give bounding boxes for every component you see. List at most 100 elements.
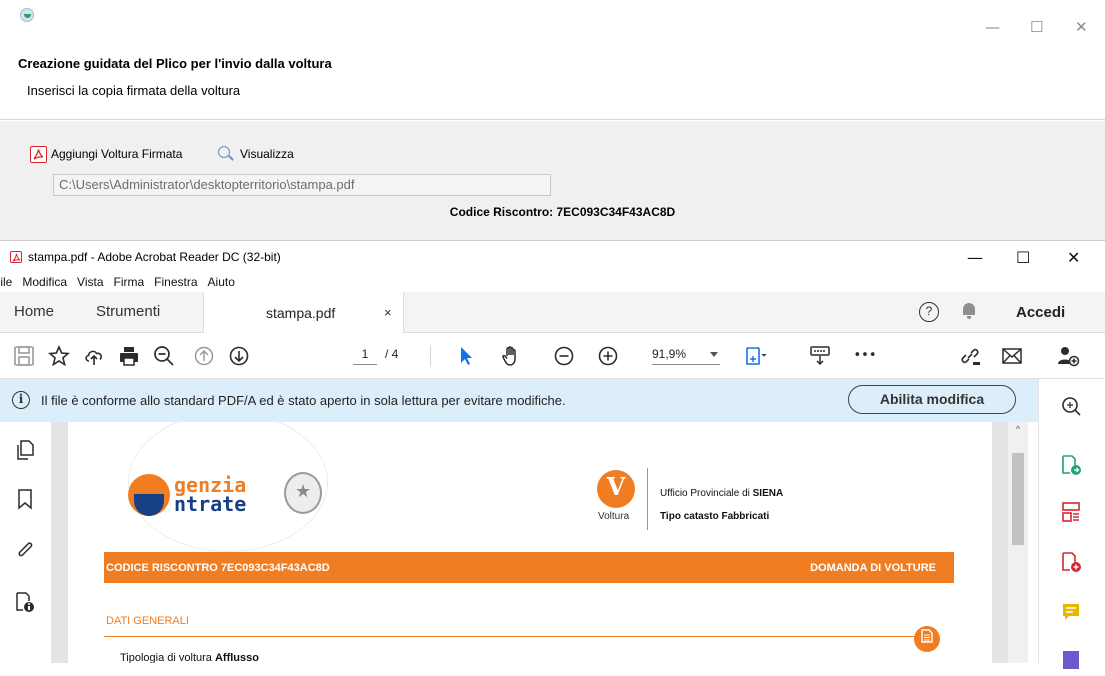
page-number-input[interactable]: 1	[353, 347, 377, 365]
share-link-icon[interactable]	[958, 344, 982, 368]
wizard-title: Creazione guidata del Plico per l'invio …	[18, 56, 332, 71]
page-thumbnails-icon[interactable]	[14, 439, 36, 461]
wizard-header: Creazione guidata del Plico per l'invio …	[0, 42, 1105, 120]
tab-close-icon[interactable]: ×	[384, 292, 392, 334]
view-button-label: Visualizza	[240, 147, 294, 161]
app-icon	[20, 8, 34, 22]
attachment-icon[interactable]	[14, 539, 36, 561]
more-tools-icon[interactable]: •••	[853, 344, 877, 368]
create-pdf-icon[interactable]	[1060, 551, 1082, 573]
wizard-maximize-button[interactable]: ☐	[1030, 20, 1043, 35]
page-fit-icon[interactable]	[744, 344, 768, 368]
tipologia-voltura: Tipologia di voltura Afflusso	[120, 652, 259, 663]
pdf-page: genzia ntrate V Voltura Ufficio Provinci…	[68, 422, 992, 663]
pdfa-notice-bar: i Il file è conforme allo standard PDF/A…	[0, 379, 1038, 422]
italian-emblem-icon	[284, 472, 322, 514]
ufficio-provinciale: Ufficio Provinciale di SIENA	[660, 488, 783, 499]
zoom-in-icon[interactable]	[596, 344, 620, 368]
sign-in-button[interactable]: Accedi	[1016, 292, 1065, 333]
menu-aiuto[interactable]: Aiuto	[208, 275, 235, 289]
agenzia-entrate-logo: genzia ntrate	[128, 470, 338, 520]
file-path-field[interactable]: C:\Users\Administrator\desktopterritorio…	[53, 174, 551, 196]
voltura-icon: V	[597, 470, 635, 508]
tab-home[interactable]: Home	[14, 292, 54, 333]
chevron-down-icon	[710, 352, 718, 357]
ufficio-prefix: Ufficio Provinciale di	[660, 488, 753, 499]
notifications-bell-icon[interactable]	[962, 302, 976, 319]
acrobat-menubar: File Modifica Vista Firma Finestra Aiuto	[0, 272, 1105, 292]
add-signed-voltura-button[interactable]: Aggiungi Voltura Firmata	[30, 145, 182, 163]
section-divider	[104, 636, 924, 637]
zoom-out-magnifier-icon[interactable]	[152, 344, 176, 368]
menu-vista[interactable]: Vista	[77, 275, 103, 289]
menu-modifica[interactable]: Modifica	[22, 275, 67, 289]
add-signed-voltura-label: Aggiungi Voltura Firmata	[51, 147, 183, 161]
comment-icon[interactable]	[1060, 601, 1082, 623]
menu-finestra[interactable]: Finestra	[154, 275, 197, 289]
pdfa-notice-text: Il file è conforme allo standard PDF/A e…	[41, 393, 566, 408]
acrobat-window-title: stampa.pdf - Adobe Acrobat Reader DC (32…	[28, 250, 281, 264]
acrobat-tabbar: Home Strumenti stampa.pdf × ? Accedi	[0, 292, 1105, 334]
zoom-level-select[interactable]: 91,9%	[652, 347, 720, 365]
scroll-mode-icon[interactable]	[808, 344, 832, 368]
logo-line-2: ntrate	[174, 492, 247, 516]
previous-page-icon[interactable]	[192, 344, 216, 368]
scrollbar-thumb[interactable]	[1012, 453, 1024, 545]
band-codice-riscontro: CODICE RISCONTRO 7EC093C34F43AC8D	[106, 562, 330, 574]
acrobat-minimize-button[interactable]: —	[967, 248, 983, 267]
select-cursor-icon[interactable]	[454, 344, 478, 368]
export-pdf-icon[interactable]	[1060, 454, 1082, 476]
view-button[interactable]: Visualizza	[218, 145, 294, 163]
menu-file[interactable]: File	[0, 275, 12, 289]
section-title-dati-generali: DATI GENERALI	[106, 615, 189, 627]
organize-pages-icon[interactable]	[1060, 501, 1082, 523]
toolbar-separator	[430, 345, 431, 367]
acrobat-window: stampa.pdf - Adobe Acrobat Reader DC (32…	[0, 240, 1105, 669]
bookmark-star-icon[interactable]	[47, 344, 71, 368]
wizard-titlebar: — ☐ ✕	[0, 0, 1105, 42]
acrobat-toolbar: 1 / 4 91,9% •••	[0, 333, 1105, 379]
edit-pdf-icon[interactable]	[1060, 649, 1082, 671]
tipo-catasto: Tipo catasto Fabbricati	[660, 511, 770, 522]
cloud-upload-icon[interactable]	[82, 344, 106, 368]
page-total: / 4	[385, 347, 399, 361]
save-icon[interactable]	[12, 344, 36, 368]
acrobat-titlebar: stampa.pdf - Adobe Acrobat Reader DC (32…	[0, 241, 1105, 272]
help-icon[interactable]: ?	[919, 302, 939, 322]
header-divider	[647, 468, 648, 530]
acrobat-maximize-button[interactable]: ☐	[1016, 248, 1030, 267]
left-navigation-rail	[0, 422, 52, 663]
acrobat-close-button[interactable]: ✕	[1067, 248, 1080, 267]
hand-tool-icon[interactable]	[499, 344, 523, 368]
right-tools-rail	[1038, 379, 1105, 669]
bookmark-icon[interactable]	[14, 488, 36, 510]
add-user-icon[interactable]	[1056, 344, 1080, 368]
tipologia-value: Afflusso	[214, 652, 259, 663]
pdf-icon	[30, 145, 47, 163]
tab-document-label: stampa.pdf	[266, 305, 336, 321]
codice-riscontro: Codice Riscontro: 7EC093C34F43AC8D	[449, 205, 676, 219]
zoom-out-icon[interactable]	[552, 344, 576, 368]
scroll-up-arrow-icon[interactable]: ^	[1008, 422, 1028, 436]
document-security-icon[interactable]	[14, 591, 36, 613]
zoom-level-value: 91,9%	[652, 347, 687, 361]
wizard-subtitle: Inserisci la copia firmata della voltura	[27, 83, 241, 98]
acrobat-app-icon	[10, 251, 22, 263]
print-icon[interactable]	[117, 344, 141, 368]
enable-editing-button[interactable]: Abilita modifica	[848, 385, 1016, 414]
magnifier-icon	[218, 146, 234, 162]
wizard-close-button[interactable]: ✕	[1075, 20, 1088, 35]
document-section-icon	[914, 626, 940, 652]
tipologia-label: Tipologia di voltura	[120, 652, 215, 663]
zoom-panel-icon[interactable]	[1060, 395, 1082, 417]
tab-tools[interactable]: Strumenti	[96, 292, 160, 333]
codice-riscontro-band: CODICE RISCONTRO 7EC093C34F43AC8D DOMAND…	[104, 552, 954, 583]
email-icon[interactable]	[1000, 344, 1024, 368]
wizard-minimize-button[interactable]: —	[985, 20, 1000, 35]
band-domanda-di-volture: DOMANDA DI VOLTURE	[810, 562, 936, 574]
voltura-label: Voltura	[598, 511, 630, 522]
ufficio-city: SIENA	[752, 488, 784, 499]
next-page-icon[interactable]	[227, 344, 251, 368]
tab-document[interactable]: stampa.pdf ×	[203, 292, 404, 334]
menu-firma[interactable]: Firma	[114, 275, 145, 289]
